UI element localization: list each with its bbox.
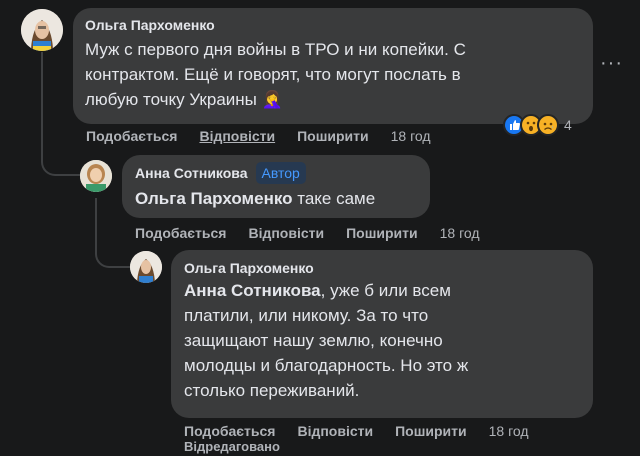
- comment-text-line: Муж с первого дня войны в ТРО и ни копей…: [85, 40, 466, 59]
- facepalm-emoji-icon: 🤦‍♀️: [261, 90, 283, 109]
- like-button[interactable]: Подобається: [135, 225, 226, 241]
- avatar-image: [80, 160, 112, 192]
- reply-button[interactable]: Відповісти: [199, 128, 275, 144]
- timestamp[interactable]: 18 год: [391, 128, 431, 144]
- comment-text-line: молодцы и благодарность. Но это ж: [184, 356, 469, 375]
- comment-text-line: любую точку Украины: [85, 90, 257, 109]
- timestamp[interactable]: 18 год: [489, 423, 529, 439]
- comment-bubble: Ольга Пархоменко Муж с первого дня войны…: [73, 8, 593, 124]
- comment-text-line: , уже б или всем: [320, 281, 451, 300]
- comment-bubble: Ольга Пархоменко Анна Сотникова, уже б и…: [171, 250, 593, 418]
- comment-author[interactable]: Ольга Пархоменко: [85, 17, 581, 33]
- reactions-count: 4: [564, 117, 572, 133]
- comment-text-line: платили, или никому. За то что: [184, 306, 429, 325]
- mention-link[interactable]: Анна Сотникова: [184, 281, 321, 300]
- comment-text-line: контрактом. Ещё и говорят, что могут пос…: [85, 65, 461, 84]
- comment-bubble: Анна Сотникова Автор Ольга Пархоменко та…: [122, 155, 430, 218]
- share-button[interactable]: Поширити: [297, 128, 369, 144]
- comment-author[interactable]: Ольга Пархоменко: [184, 260, 580, 276]
- more-options-icon[interactable]: ···: [600, 52, 623, 75]
- reactions-summary[interactable]: 4: [503, 113, 572, 137]
- comment-author[interactable]: Анна Сотникова: [135, 165, 248, 181]
- reply-button[interactable]: Відповісти: [297, 423, 373, 439]
- comment-text-line: столько переживаний.: [184, 381, 360, 400]
- avatar[interactable]: [21, 9, 63, 51]
- share-button[interactable]: Поширити: [346, 225, 418, 241]
- reply-button[interactable]: Відповісти: [248, 225, 324, 241]
- comment-actions: Подобається Відповісти Поширити 18 год: [135, 225, 480, 241]
- avatar-image: [21, 9, 63, 51]
- edited-label[interactable]: Відредаговано: [184, 439, 280, 454]
- mention-link[interactable]: Ольга Пархоменко: [135, 189, 293, 208]
- author-badge: Автор: [255, 162, 306, 184]
- comment-actions: Подобається Відповісти Поширити 18 год: [184, 423, 529, 439]
- avatar[interactable]: [130, 251, 162, 283]
- avatar[interactable]: [80, 160, 112, 192]
- comment-text: таке саме: [297, 189, 376, 208]
- like-button[interactable]: Подобається: [86, 128, 177, 144]
- share-button[interactable]: Поширити: [395, 423, 467, 439]
- like-button[interactable]: Подобається: [184, 423, 275, 439]
- comment-actions: Подобається Відповісти Поширити 18 год: [86, 128, 431, 144]
- comment-text-line: защищают нашу землю, конечно: [184, 331, 443, 350]
- sad-icon: [537, 114, 559, 136]
- timestamp[interactable]: 18 год: [440, 225, 480, 241]
- avatar-image: [130, 251, 162, 283]
